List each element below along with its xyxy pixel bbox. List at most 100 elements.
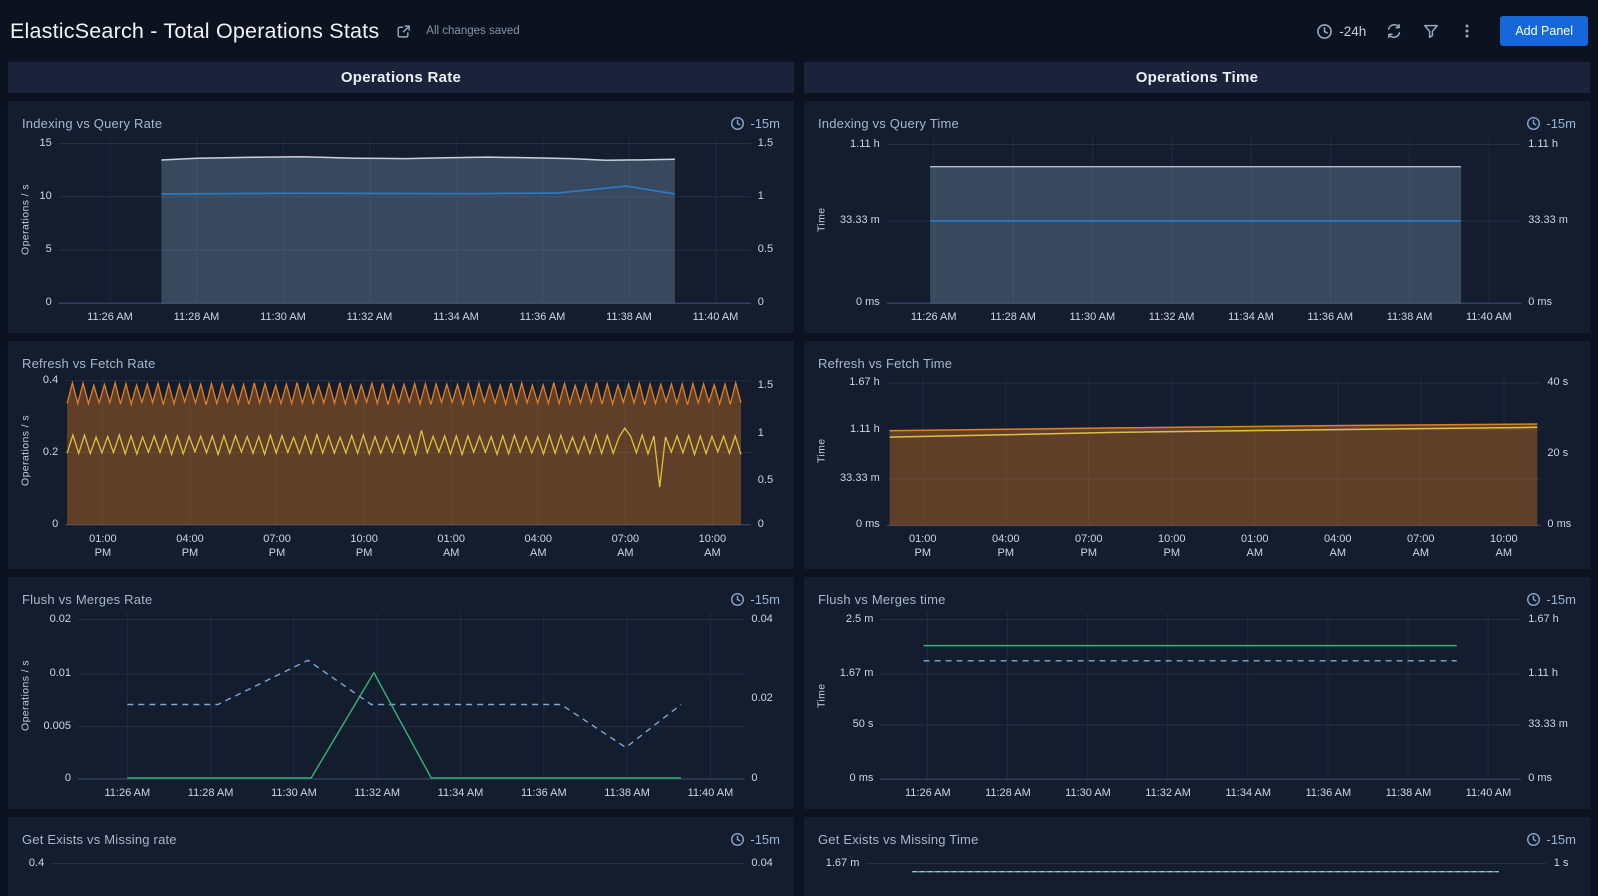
- right-axis-tick: 20 s: [1547, 447, 1568, 459]
- x-axis-tick: 01:00 AM: [1241, 532, 1269, 561]
- clock-icon: [1526, 116, 1541, 131]
- panel-time-badge[interactable]: -15m: [730, 592, 780, 607]
- left-axis-tick: 1.67 m: [814, 857, 859, 869]
- panel-flush-vs-merges-time: Flush vs Merges time-15mTime2.5 m1.67 m5…: [804, 577, 1590, 809]
- panel-time-badge[interactable]: -15m: [1526, 592, 1576, 607]
- x-axis-tick: 11:34 AM: [1228, 310, 1274, 324]
- panel-flush-vs-merges-rate: Flush vs Merges Rate-15mOperations / s0.…: [8, 577, 794, 809]
- toolbar: -24h Add Panel: [1316, 16, 1588, 46]
- x-axis-tick: 04:00 PM: [176, 532, 204, 561]
- left-axis-tick: 0 ms: [814, 296, 880, 308]
- left-axis-tick: 1.11 h: [814, 423, 880, 435]
- right-axis-tick: 0 ms: [1528, 296, 1552, 308]
- left-axis-tick: 0 ms: [814, 518, 880, 530]
- chart-area: Time1.11 h33.33 m0 ms1.11 h33.33 m0 ms11…: [814, 135, 1578, 327]
- panel-time-badge-label: -15m: [750, 592, 780, 607]
- panel-time-badge-label: -15m: [1546, 832, 1576, 847]
- panel-get-exists-vs-missing-rate: Get Exists vs Missing rate-15m0.40.04: [8, 817, 794, 896]
- chart-area: Operations / s0.020.010.00500.040.02011:…: [18, 611, 782, 803]
- panel-time-badge[interactable]: -15m: [1526, 116, 1576, 131]
- y-axis-label: Time: [814, 375, 829, 527]
- x-axis-tick: 11:32 AM: [354, 786, 400, 800]
- panel-title: Flush vs Merges Rate: [22, 592, 152, 607]
- x-axis-tick: 04:00 PM: [992, 532, 1020, 561]
- add-panel-button[interactable]: Add Panel: [1500, 16, 1588, 46]
- clock-icon: [1526, 592, 1541, 607]
- x-axis-tick: 11:28 AM: [174, 310, 220, 324]
- kebab-menu-icon[interactable]: [1459, 22, 1475, 40]
- panel-title: Get Exists vs Missing rate: [22, 832, 177, 847]
- x-axis-tick: 11:40 AM: [1466, 786, 1512, 800]
- left-axis-tick: 0: [18, 772, 71, 784]
- left-axis-tick: 1.11 h: [814, 138, 880, 150]
- chart-area: 1.67 m 1 s: [814, 851, 1578, 896]
- left-axis-tick: 0.4: [18, 857, 44, 869]
- dashboard-grid: Operations Rate Operations Time Indexing…: [0, 62, 1598, 896]
- chart-canvas: [65, 375, 751, 527]
- clock-icon: [730, 592, 745, 607]
- x-axis-tick: 11:34 AM: [433, 310, 479, 324]
- x-axis-tick: 11:36 AM: [1307, 310, 1353, 324]
- panel-title: Get Exists vs Missing Time: [818, 832, 979, 847]
- chart-canvas: [51, 851, 744, 896]
- x-axis-tick: 11:32 AM: [1149, 310, 1195, 324]
- right-axis-tick: 1.5: [758, 137, 773, 149]
- x-axis-tick: 11:38 AM: [1387, 310, 1433, 324]
- chart-canvas: [866, 851, 1546, 896]
- column-header-operations-rate: Operations Rate: [8, 62, 794, 93]
- right-axis-tick: 33.33 m: [1528, 718, 1568, 730]
- right-axis-tick: 0: [758, 296, 764, 308]
- chart-area: Operations / s1510501.510.5011:26 AM11:2…: [18, 135, 782, 327]
- column-header-operations-time: Operations Time: [804, 62, 1590, 93]
- chart-area: Time1.67 h1.11 h33.33 m0 ms40 s20 s0 ms0…: [814, 375, 1578, 563]
- chart-canvas: [78, 611, 744, 781]
- right-axis-tick: 1.67 h: [1528, 613, 1559, 625]
- x-axis-tick: 11:34 AM: [438, 786, 484, 800]
- panel-title: Refresh vs Fetch Rate: [22, 356, 156, 371]
- panel-time-badge-label: -15m: [1546, 592, 1576, 607]
- chart-canvas: [887, 375, 1541, 527]
- share-icon: [395, 23, 412, 40]
- x-axis-tick: 11:32 AM: [347, 310, 393, 324]
- filter-icon[interactable]: [1422, 22, 1440, 40]
- x-axis-tick: 10:00 PM: [350, 532, 378, 561]
- right-axis-tick: 0: [751, 772, 757, 784]
- left-axis-tick: 15: [18, 137, 52, 149]
- refresh-icon[interactable]: [1385, 22, 1403, 40]
- panel-title: Indexing vs Query Rate: [22, 116, 162, 131]
- x-axis-tick: 07:00 PM: [1075, 532, 1103, 561]
- x-axis-tick: 11:32 AM: [1145, 786, 1191, 800]
- panel-refresh-vs-fetch-time: Refresh vs Fetch TimeTime1.67 h1.11 h33.…: [804, 341, 1590, 569]
- y-axis-label: Operations / s: [18, 135, 33, 305]
- right-axis-tick: 40 s: [1547, 376, 1568, 388]
- x-axis-tick: 11:30 AM: [260, 310, 306, 324]
- y-axis-label: Time: [814, 611, 829, 781]
- x-axis-tick: 11:40 AM: [688, 786, 734, 800]
- clock-icon: [1316, 23, 1333, 40]
- left-axis-tick: 0.02: [18, 613, 71, 625]
- x-axis-tick: 11:30 AM: [271, 786, 317, 800]
- x-axis-tick: 07:00 AM: [1407, 532, 1435, 561]
- right-axis-tick: 0: [758, 518, 764, 530]
- right-axis-tick: 1.11 h: [1528, 138, 1558, 150]
- panel-indexing-vs-query-rate: Indexing vs Query Rate -15m Operations / s…: [8, 101, 794, 333]
- panel-time-badge[interactable]: -15m: [730, 116, 780, 131]
- panel-time-badge[interactable]: -15m: [1526, 832, 1576, 847]
- panel-time-badge[interactable]: -15m: [730, 832, 780, 847]
- right-axis-tick: 1 s: [1554, 857, 1569, 869]
- time-range-control[interactable]: -24h: [1316, 23, 1366, 40]
- x-axis-tick: 11:30 AM: [1070, 310, 1116, 324]
- left-axis-tick: 0.005: [18, 720, 71, 732]
- right-axis-tick: 0 ms: [1528, 772, 1552, 784]
- x-axis-tick: 11:40 AM: [693, 310, 739, 324]
- x-axis-tick: 10:00 PM: [1158, 532, 1186, 561]
- clock-icon: [730, 832, 745, 847]
- x-axis-tick: 04:00 AM: [524, 532, 552, 561]
- x-axis-tick: 10:00 AM: [699, 532, 727, 561]
- x-axis-tick: 11:38 AM: [1386, 786, 1432, 800]
- share-button[interactable]: [395, 23, 412, 40]
- x-axis-tick: 11:38 AM: [604, 786, 650, 800]
- chart-area: Operations / s0.40.201.510.5001:00 PM04:…: [18, 375, 782, 563]
- right-axis-tick: 0.5: [758, 474, 773, 486]
- left-axis-tick: 10: [18, 190, 52, 202]
